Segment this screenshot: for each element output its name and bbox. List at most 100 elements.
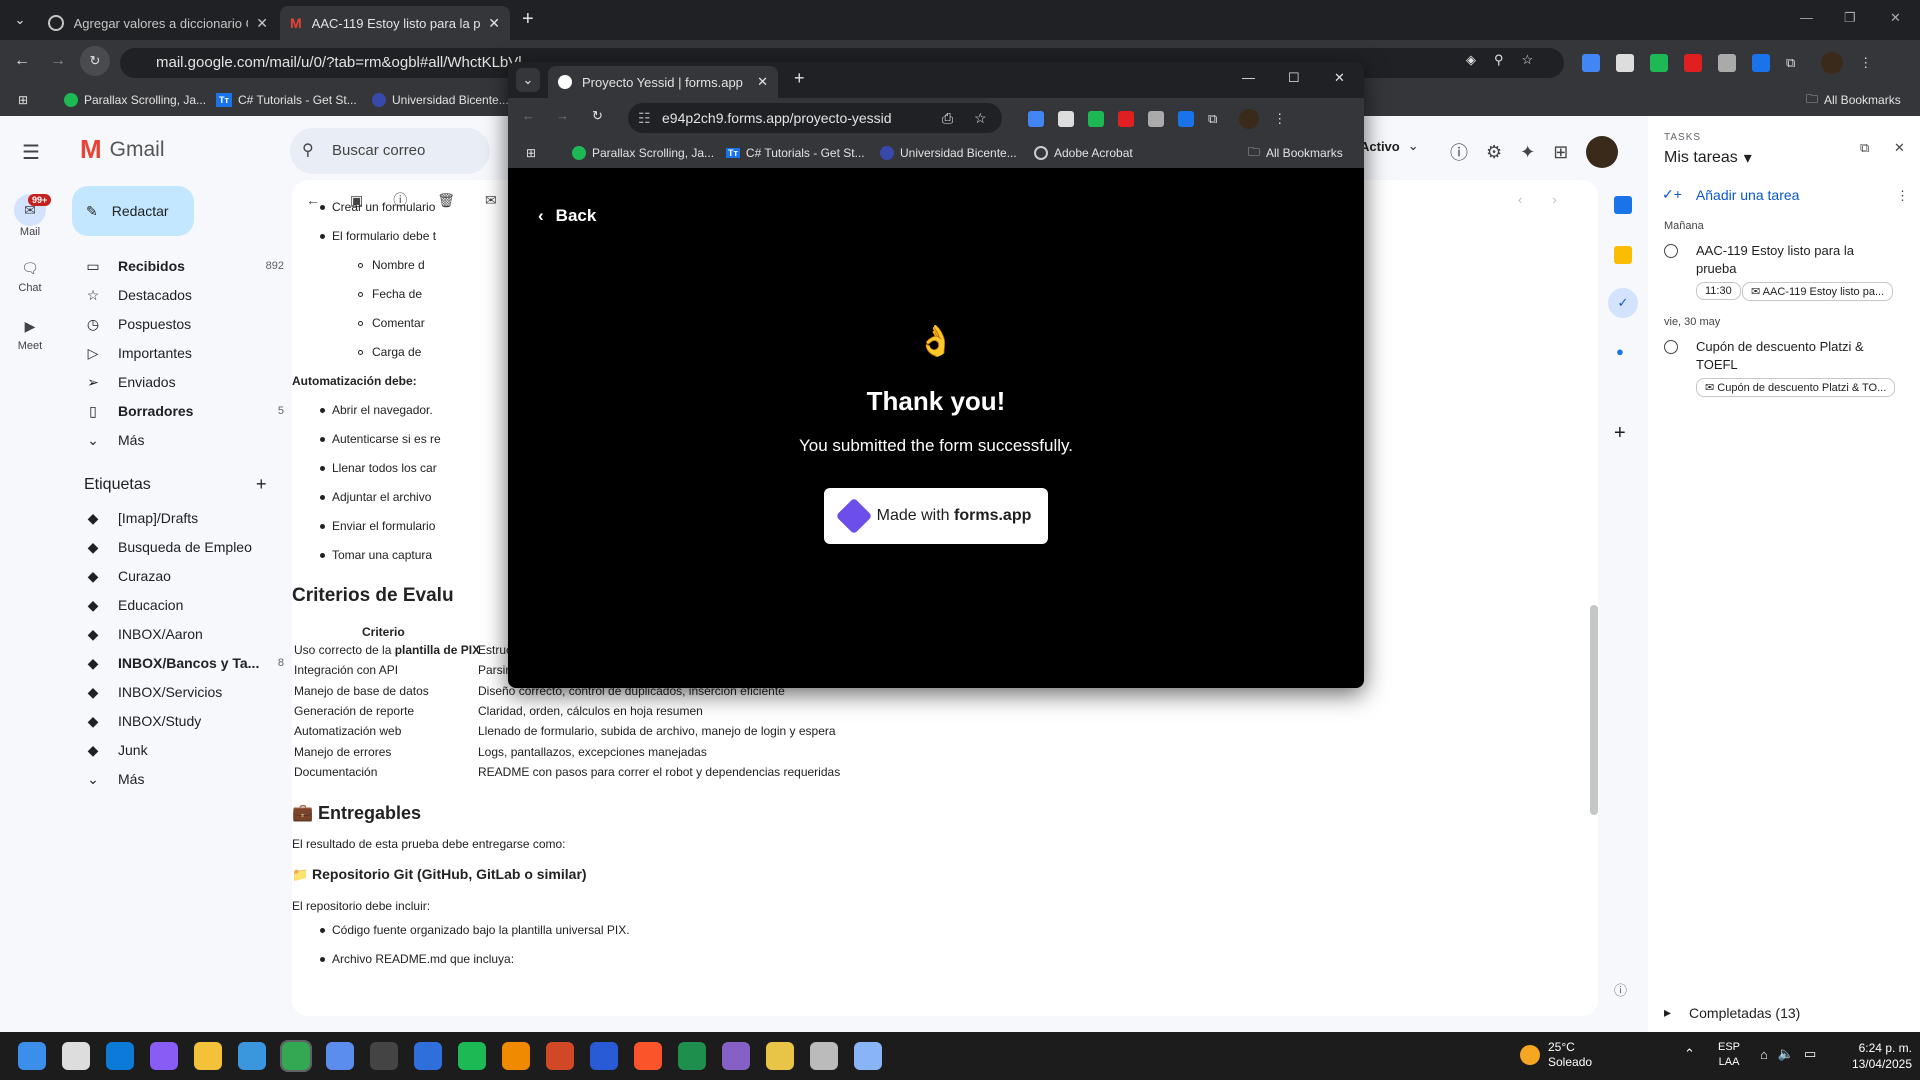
printer-icon[interactable] — [1058, 111, 1074, 127]
compose-button[interactable]: ✎ Redactar — [72, 186, 194, 236]
close-window-icon[interactable]: ✕ — [1334, 70, 1345, 86]
task-email-chip[interactable]: ✉ Cupón de descuento Platzi & TO... — [1696, 378, 1896, 397]
label-item[interactable]: ◆ Junk — [84, 736, 284, 764]
extension-blue-icon[interactable] — [1178, 111, 1194, 127]
printer-icon[interactable] — [1616, 54, 1634, 72]
notepad-icon[interactable] — [238, 1042, 266, 1070]
file-explorer-icon[interactable] — [194, 1042, 222, 1070]
bookmark-parallax[interactable]: Parallax Scrolling, Ja... — [64, 84, 206, 116]
popup-address-bar[interactable]: ☷ e94p2ch9.forms.app/proyecto-yessid ⎙ ☆ — [628, 103, 1002, 133]
label-item[interactable]: ◆ INBOX/Study — [84, 707, 284, 735]
tab-search-icon[interactable]: ⌄ — [10, 10, 30, 30]
back-icon[interactable]: ← — [14, 52, 30, 70]
task-title[interactable]: Cupón de descuento Platzi & TOEFL — [1696, 338, 1896, 374]
popup-tab[interactable]: Proyecto Yessid | forms.app ✕ — [548, 66, 778, 98]
weather-widget[interactable]: 25°C Soleado — [1520, 1040, 1592, 1070]
nav-item[interactable]: ➢ Enviados — [84, 368, 284, 396]
task-view-icon[interactable] — [62, 1042, 90, 1070]
avatar[interactable] — [1821, 52, 1844, 74]
keepass-icon[interactable] — [370, 1042, 398, 1070]
forward-icon[interactable]: → — [50, 52, 66, 70]
open-in-new-icon[interactable]: ⧉ — [1860, 140, 1869, 156]
tab-dictionary[interactable]: Agregar valores a diccionario C ✕ — [38, 6, 278, 40]
clock[interactable]: 6:24 p. m. 13/04/2025 — [1836, 1040, 1912, 1072]
made-with-forms-app-badge[interactable]: Made with forms.app — [824, 488, 1048, 544]
copy-icon[interactable] — [1718, 54, 1736, 72]
bookmark-parallax[interactable]: Parallax Scrolling, Ja... — [572, 138, 714, 168]
rail-meet[interactable]: ▶ Meet — [0, 312, 60, 352]
rail-mail[interactable]: ✉ Mail 99+ — [0, 194, 60, 238]
task-list-selector[interactable]: Mis tareas ▾ — [1664, 148, 1752, 168]
completed-toggle[interactable]: ▸ Completadas (13) — [1664, 1004, 1800, 1021]
apps-grid-icon[interactable]: ⊞ — [1553, 142, 1568, 163]
apps-icon[interactable]: ⊞ — [526, 138, 536, 168]
paint-icon[interactable] — [766, 1042, 794, 1070]
visual-studio-code-icon[interactable] — [414, 1042, 442, 1070]
copy-icon[interactable] — [1148, 111, 1164, 127]
reload-icon[interactable]: ↻ — [80, 46, 110, 76]
mark-unread-icon[interactable]: ✉ — [485, 192, 497, 209]
windows-start-icon[interactable] — [18, 1042, 46, 1070]
settings-icon[interactable] — [854, 1042, 882, 1070]
settings-gear-icon[interactable]: ⚙ — [1486, 142, 1502, 163]
tab-search-icon[interactable]: ⌄ — [516, 68, 540, 92]
apps-icon[interactable]: ⊞ — [18, 84, 28, 116]
intellij-icon[interactable] — [590, 1042, 618, 1070]
translate-icon[interactable] — [1582, 54, 1600, 72]
visual-studio-icon[interactable] — [722, 1042, 750, 1070]
add-task-button[interactable]: ✓+ Añadir una tarea — [1662, 186, 1799, 203]
forward-icon[interactable]: → — [556, 108, 569, 123]
language-indicator[interactable]: ESP LAA — [1718, 1040, 1740, 1070]
app-icon[interactable] — [326, 1042, 354, 1070]
star-icon[interactable]: ☆ — [1522, 52, 1534, 68]
prev-icon[interactable]: ‹ — [1518, 192, 1522, 207]
bookmark-csharp[interactable]: Tт C# Tutorials - Get St... — [726, 138, 865, 168]
brave-icon[interactable] — [634, 1042, 662, 1070]
zoom-icon[interactable]: ⚲ — [1494, 52, 1504, 68]
menu-dots-icon[interactable]: ⋮ — [1273, 111, 1286, 127]
nav-item[interactable]: ☆ Destacados — [84, 281, 284, 309]
adobe-icon[interactable] — [1684, 54, 1702, 72]
label-item[interactable]: ◆ [Imap]/Drafts — [84, 504, 284, 532]
nav-item[interactable]: ▯ Borradores 5 — [84, 397, 284, 425]
label-item[interactable]: ◆ Curazao — [84, 562, 284, 590]
tray-chevron-icon[interactable]: ⌃ — [1684, 1046, 1695, 1062]
copilot-icon[interactable] — [150, 1042, 178, 1070]
status-indicator[interactable]: Activo ⌄ — [1360, 138, 1419, 154]
vlc-icon[interactable] — [502, 1042, 530, 1070]
calendar-icon[interactable] — [1614, 196, 1632, 214]
nav-item[interactable]: ◷ Pospuestos — [84, 310, 284, 338]
puzzle-icon[interactable]: ⧉ — [1786, 55, 1795, 71]
all-bookmarks[interactable]: 🗀 All Bookmarks — [1806, 84, 1901, 116]
puzzle-icon[interactable]: ⧉ — [1208, 111, 1217, 127]
new-tab-icon[interactable]: + — [522, 8, 534, 31]
clock-app-icon[interactable] — [810, 1042, 838, 1070]
search-icon[interactable]: ⚲ — [302, 140, 314, 160]
search-bar[interactable]: ⚲ Buscar correo — [290, 128, 490, 174]
label-item[interactable]: ◆ Busqueda de Empleo — [84, 533, 284, 561]
tasks-icon[interactable]: ✓ — [1608, 288, 1638, 318]
bookmark-universidad[interactable]: Universidad Bicente... — [372, 84, 509, 116]
close-icon[interactable]: ✕ — [757, 74, 768, 90]
label-item[interactable]: ◆ INBOX/Aaron — [84, 620, 284, 648]
menu-dots-icon[interactable]: ⋮ — [1859, 55, 1872, 71]
help-icon[interactable]: ⓘ — [1450, 139, 1468, 165]
bookmark-csharp[interactable]: Tт C# Tutorials - Get St... — [216, 84, 357, 116]
form-back-button[interactable]: ‹ Back — [538, 206, 596, 226]
nav-item[interactable]: ▭ Recibidos 892 — [84, 252, 284, 280]
minimize-icon[interactable]: — — [1242, 70, 1255, 85]
new-tab-icon[interactable]: + — [794, 68, 805, 89]
more-icon[interactable]: ⋮ — [1896, 188, 1909, 204]
scrollbar[interactable] — [1590, 605, 1598, 815]
maximize-icon[interactable]: ☐ — [1288, 70, 1300, 86]
minimize-icon[interactable]: — — [1800, 10, 1813, 25]
gemini-icon[interactable]: ✦ — [1520, 142, 1535, 163]
bookmark-universidad[interactable]: Universidad Bicente... — [880, 138, 1017, 168]
bookmark-adobe[interactable]: Adobe Acrobat — [1034, 138, 1133, 168]
task-title[interactable]: AAC-119 Estoy listo para la prueba — [1696, 242, 1896, 278]
label-item[interactable]: ⌄ Más — [84, 765, 284, 793]
spotify-icon[interactable] — [458, 1042, 486, 1070]
close-panel-icon[interactable]: ✕ — [1894, 140, 1905, 156]
edge-icon[interactable] — [106, 1042, 134, 1070]
system-tray[interactable]: ⌂ 🔈 ▭ — [1760, 1046, 1816, 1062]
